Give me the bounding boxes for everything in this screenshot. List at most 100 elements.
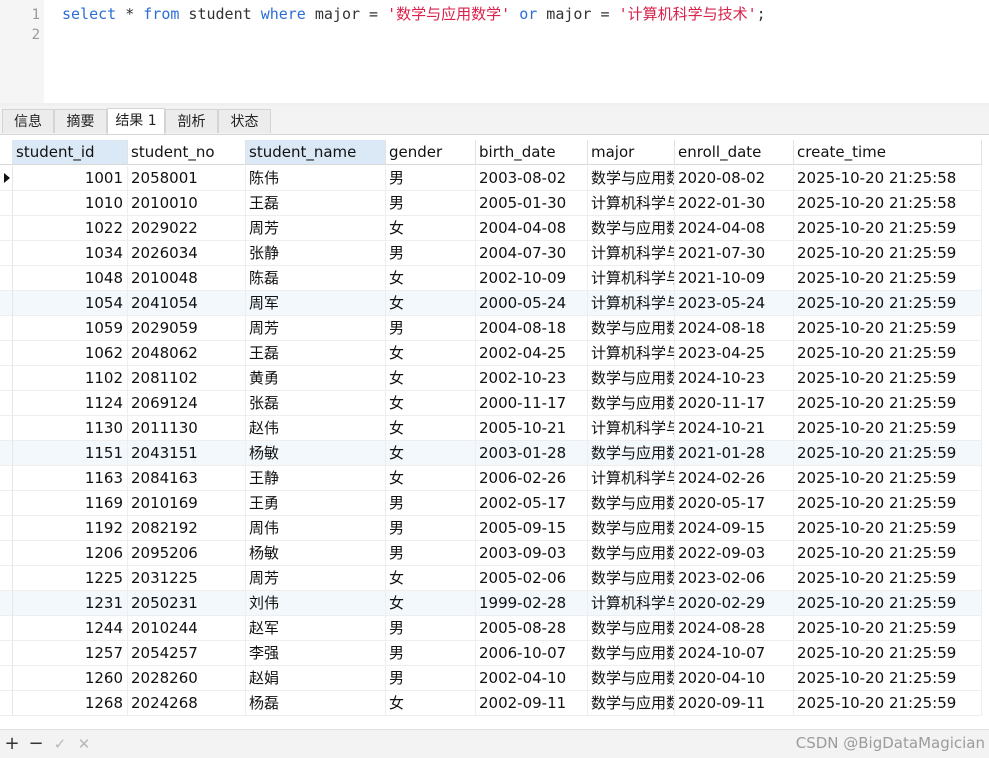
- table-cell[interactable]: 2025-10-20 21:25:59: [794, 541, 982, 566]
- delete-record-button[interactable]: −: [26, 733, 46, 755]
- table-cell[interactable]: 数学与应用数: [588, 641, 675, 666]
- table-row[interactable]: 1244 2010244 赵军男 2005-08-28 数学与应用数 2024-08-28…: [0, 616, 982, 641]
- table-cell[interactable]: 2024-10-23: [675, 366, 794, 391]
- table-cell[interactable]: 张磊: [246, 391, 386, 416]
- table-cell[interactable]: 女: [386, 391, 476, 416]
- table-cell[interactable]: 2002-10-23: [476, 366, 588, 391]
- table-cell[interactable]: 2000-05-24: [476, 291, 588, 316]
- table-cell[interactable]: 数学与应用数: [588, 216, 675, 241]
- table-cell[interactable]: 2029022: [128, 216, 246, 241]
- table-row[interactable]: 1130 2011130 赵伟女 2005-10-21 计算机科学与 2024-10-21…: [0, 416, 982, 441]
- table-cell[interactable]: 2010048: [128, 266, 246, 291]
- add-record-button[interactable]: +: [2, 733, 22, 755]
- table-cell[interactable]: 2024268: [128, 691, 246, 716]
- table-cell[interactable]: 赵伟: [246, 416, 386, 441]
- table-cell[interactable]: 数学与应用数: [588, 541, 675, 566]
- table-cell[interactable]: 2004-04-08: [476, 216, 588, 241]
- table-cell[interactable]: 男: [386, 166, 476, 191]
- table-cell[interactable]: 2021-10-09: [675, 266, 794, 291]
- column-header[interactable]: major: [588, 140, 675, 165]
- table-cell[interactable]: 周伟: [246, 516, 386, 541]
- row-indicator[interactable]: [0, 516, 13, 541]
- table-cell[interactable]: 1130: [13, 416, 128, 441]
- table-cell[interactable]: 男: [386, 241, 476, 266]
- table-cell[interactable]: 1124: [13, 391, 128, 416]
- table-cell[interactable]: 2002-04-10: [476, 666, 588, 691]
- table-cell[interactable]: 2024-08-28: [675, 616, 794, 641]
- table-cell[interactable]: 刘伟: [246, 591, 386, 616]
- table-cell[interactable]: 计算机科学与: [588, 466, 675, 491]
- table-cell[interactable]: 2081102: [128, 366, 246, 391]
- table-cell[interactable]: 2005-08-28: [476, 616, 588, 641]
- table-cell[interactable]: 2020-02-29: [675, 591, 794, 616]
- table-cell[interactable]: 2024-10-07: [675, 641, 794, 666]
- table-cell[interactable]: 1102: [13, 366, 128, 391]
- table-cell[interactable]: 1231: [13, 591, 128, 616]
- sql-editor[interactable]: 1 2 select * from student where major = …: [0, 0, 989, 103]
- table-cell[interactable]: 2002-10-09: [476, 266, 588, 291]
- table-cell[interactable]: 男: [386, 491, 476, 516]
- table-cell[interactable]: 计算机科学与: [588, 291, 675, 316]
- table-cell[interactable]: 1151: [13, 441, 128, 466]
- table-row[interactable]: 1163 2084163 王静女 2006-02-26 计算机科学与 2024-02-26…: [0, 466, 982, 491]
- table-cell[interactable]: 2084163: [128, 466, 246, 491]
- table-cell[interactable]: 男: [386, 641, 476, 666]
- table-row[interactable]: 1260 2028260 赵娟男 2002-04-10 数学与应用数 2020-04-10…: [0, 666, 982, 691]
- table-cell[interactable]: 2010010: [128, 191, 246, 216]
- row-indicator[interactable]: [0, 616, 13, 641]
- sql-code-line[interactable]: select * from student where major = '数学与…: [62, 3, 766, 25]
- table-cell[interactable]: 2025-10-20 21:25:59: [794, 416, 982, 441]
- row-indicator[interactable]: [0, 391, 13, 416]
- table-cell[interactable]: 1260: [13, 666, 128, 691]
- table-cell[interactable]: 2025-10-20 21:25:59: [794, 616, 982, 641]
- table-cell[interactable]: 1999-02-28: [476, 591, 588, 616]
- table-row[interactable]: 1102 2081102 黄勇女 2002-10-23 数学与应用数 2024-10-23…: [0, 366, 982, 391]
- row-indicator[interactable]: [0, 541, 13, 566]
- table-cell[interactable]: 2004-07-30: [476, 241, 588, 266]
- table-cell[interactable]: 1048: [13, 266, 128, 291]
- tab-summary[interactable]: 摘要: [54, 109, 107, 133]
- table-cell[interactable]: 计算机科学与: [588, 241, 675, 266]
- table-cell[interactable]: 2003-09-03: [476, 541, 588, 566]
- table-cell[interactable]: 周芳: [246, 566, 386, 591]
- table-cell[interactable]: 2023-02-06: [675, 566, 794, 591]
- table-cell[interactable]: 2025-10-20 21:25:59: [794, 366, 982, 391]
- row-indicator[interactable]: [0, 416, 13, 441]
- table-row[interactable]: 1206 2095206 杨敏男 2003-09-03 数学与应用数 2022-09-03…: [0, 541, 982, 566]
- table-cell[interactable]: 2022-01-30: [675, 191, 794, 216]
- tab-info[interactable]: 信息: [2, 109, 54, 133]
- table-row[interactable]: 1010 2010010 王磊男 2005-01-30 计算机科学与 2022-01-30…: [0, 191, 982, 216]
- column-header[interactable]: student_id: [13, 140, 128, 165]
- table-cell[interactable]: 数学与应用数: [588, 316, 675, 341]
- discard-changes-button[interactable]: ✕: [74, 733, 94, 755]
- table-cell[interactable]: 2005-09-15: [476, 516, 588, 541]
- table-cell[interactable]: 2025-10-20 21:25:59: [794, 466, 982, 491]
- table-cell[interactable]: 数学与应用数: [588, 691, 675, 716]
- row-indicator[interactable]: [0, 366, 13, 391]
- table-cell[interactable]: 女: [386, 691, 476, 716]
- table-cell[interactable]: 王磊: [246, 341, 386, 366]
- table-cell[interactable]: 2025-10-20 21:25:59: [794, 391, 982, 416]
- table-cell[interactable]: 2041054: [128, 291, 246, 316]
- table-cell[interactable]: 2024-08-18: [675, 316, 794, 341]
- table-cell[interactable]: 女: [386, 266, 476, 291]
- table-cell[interactable]: 2006-10-07: [476, 641, 588, 666]
- table-cell[interactable]: 杨敏: [246, 541, 386, 566]
- table-cell[interactable]: 2025-10-20 21:25:59: [794, 216, 982, 241]
- table-cell[interactable]: 2024-09-15: [675, 516, 794, 541]
- table-cell[interactable]: 1059: [13, 316, 128, 341]
- table-cell[interactable]: 2025-10-20 21:25:59: [794, 641, 982, 666]
- row-indicator[interactable]: [0, 591, 13, 616]
- table-cell[interactable]: 王磊: [246, 191, 386, 216]
- table-cell[interactable]: 2010169: [128, 491, 246, 516]
- table-cell[interactable]: 数学与应用数: [588, 516, 675, 541]
- table-cell[interactable]: 2058001: [128, 166, 246, 191]
- table-cell[interactable]: 2025-10-20 21:25:59: [794, 241, 982, 266]
- table-cell[interactable]: 女: [386, 566, 476, 591]
- table-cell[interactable]: 2004-08-18: [476, 316, 588, 341]
- table-row[interactable]: 1169 2010169 王勇男 2002-05-17 数学与应用数 2020-05-17…: [0, 491, 982, 516]
- table-cell[interactable]: 2020-09-11: [675, 691, 794, 716]
- table-cell[interactable]: 男: [386, 666, 476, 691]
- column-header[interactable]: birth_date: [476, 140, 588, 165]
- column-header[interactable]: student_name: [246, 140, 386, 165]
